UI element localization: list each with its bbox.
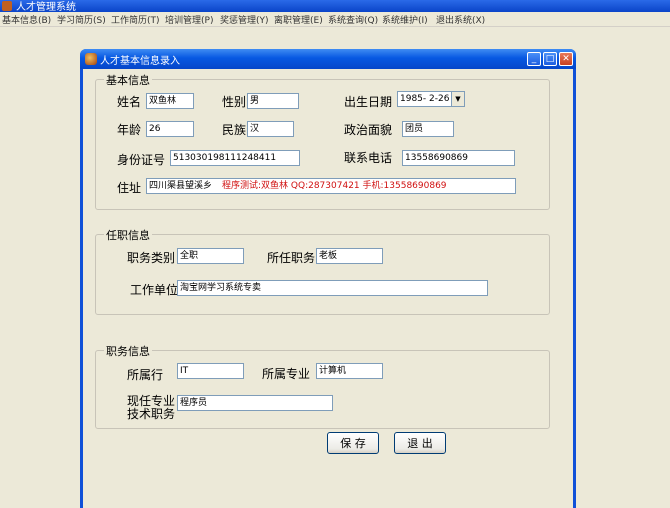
menu-maintenance[interactable]: 系统维护(I) — [382, 13, 428, 26]
menu-work-resume[interactable]: 工作简历(T) — [111, 13, 160, 26]
position-label: 所任职务 — [267, 251, 316, 265]
menu-resignation[interactable]: 离职管理(E) — [274, 13, 323, 26]
birth-date-picker[interactable]: 1985- 2-26 ▼ — [397, 91, 465, 107]
gender-label: 性别 — [222, 95, 247, 109]
minimize-button[interactable]: _ — [527, 52, 541, 66]
app-titlebar: 人才管理系统 — [0, 0, 670, 12]
app-icon — [2, 1, 12, 11]
exit-button[interactable]: 退 出 — [394, 432, 446, 454]
close-button[interactable]: ✕ — [559, 52, 573, 66]
address-note: 程序测试:双鱼林 QQ:287307421 手机:13558690869 — [222, 181, 447, 191]
name-field[interactable]: 双鱼林 — [146, 93, 194, 109]
ethnicity-field[interactable]: 汉 — [247, 121, 294, 137]
phone-field[interactable]: 13558690869 — [402, 150, 515, 166]
birth-date-value: 1985- 2-26 — [400, 94, 450, 104]
menu-rewards[interactable]: 奖惩管理(Y) — [220, 13, 269, 26]
employment-info-group: 任职信息 — [95, 227, 550, 315]
app-title: 人才管理系统 — [16, 2, 76, 12]
job-type-label: 职务类别 — [127, 251, 176, 265]
menu-exit-system[interactable]: 退出系统(X) — [436, 13, 485, 26]
menu-basic-info[interactable]: 基本信息(B) — [2, 13, 51, 26]
gender-field[interactable]: 男 — [247, 93, 299, 109]
age-label: 年龄 — [117, 123, 142, 137]
employer-field[interactable]: 淘宝网学习系统专卖 — [177, 280, 488, 296]
dialog-title: 人才基本信息录入 — [100, 56, 180, 67]
id-number-label: 身份证号 — [117, 153, 166, 167]
birth-date-label: 出生日期 — [344, 95, 393, 109]
name-label: 姓名 — [117, 95, 142, 109]
dialog-titlebar[interactable]: 人才基本信息录入 _ □ ✕ — [80, 49, 576, 69]
political-status-label: 政治面貌 — [344, 123, 393, 137]
menu-training[interactable]: 培训管理(P) — [165, 13, 213, 26]
employer-label: 工作单位 — [130, 283, 179, 297]
phone-label: 联系电话 — [344, 151, 393, 165]
employment-info-legend: 任职信息 — [104, 227, 152, 243]
menu-study-resume[interactable]: 学习简历(S) — [57, 13, 106, 26]
dialog-client-area: 基本信息 姓名 双鱼林 性别 男 出生日期 1985- 2-26 ▼ 年龄 26… — [83, 69, 573, 508]
industry-field[interactable]: IT — [177, 363, 244, 379]
dropdown-arrow-icon[interactable]: ▼ — [451, 92, 464, 106]
position-field[interactable]: 老板 — [316, 248, 383, 264]
tech-position-field[interactable]: 程序员 — [177, 395, 333, 411]
ethnicity-label: 民族 — [222, 123, 247, 137]
political-status-field[interactable]: 团员 — [402, 121, 454, 137]
address-label: 住址 — [117, 181, 142, 195]
tech-position-label-line2: 技术职务 — [127, 407, 176, 421]
industry-label: 所属行 — [127, 368, 164, 382]
menu-query[interactable]: 系统查询(Q) — [328, 13, 378, 26]
dialog-app-icon — [85, 53, 97, 65]
address-value: 四川渠县望溪乡 — [149, 181, 213, 191]
save-button[interactable]: 保 存 — [327, 432, 379, 454]
address-field[interactable]: 四川渠县望溪乡 程序测试:双鱼林 QQ:287307421 手机:13558690… — [146, 178, 516, 194]
job-type-field[interactable]: 全职 — [177, 248, 244, 264]
menu-bar: 基本信息(B) 学习简历(S) 工作简历(T) 培训管理(P) 奖惩管理(Y) … — [0, 12, 670, 27]
maximize-button[interactable]: □ — [543, 52, 557, 66]
id-number-field[interactable]: 513030198111248411 — [170, 150, 300, 166]
age-field[interactable]: 26 — [146, 121, 194, 137]
duty-info-legend: 职务信息 — [104, 343, 152, 359]
talent-info-dialog: 人才基本信息录入 _ □ ✕ 基本信息 姓名 双鱼林 性别 男 出生日期 198… — [80, 49, 576, 508]
major-label: 所属专业 — [262, 367, 311, 381]
basic-info-legend: 基本信息 — [104, 72, 152, 88]
major-field[interactable]: 计算机 — [316, 363, 383, 379]
